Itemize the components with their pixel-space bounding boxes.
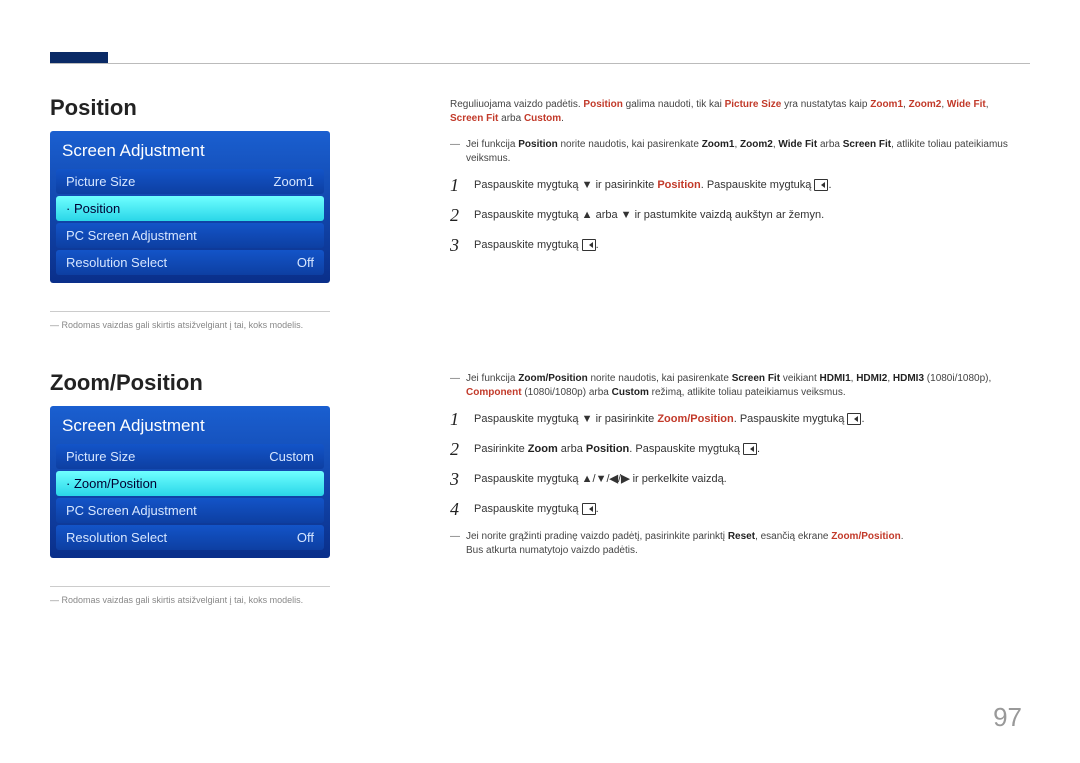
menu-row-picture-size[interactable]: Picture Size Zoom1 <box>56 169 324 194</box>
menu-label: Picture Size <box>66 174 135 189</box>
triangle-down-icon: ▼ <box>621 208 632 223</box>
triangle-up-icon: ▲ <box>582 208 593 223</box>
menu-row-pc-screen[interactable]: PC Screen Adjustment <box>56 498 324 523</box>
footnote-divider <box>50 586 330 587</box>
top-accent-bar <box>50 52 108 63</box>
right-column: Reguliuojama vaizdo padėtis. Position ga… <box>450 98 1020 568</box>
footnote: Rodomas vaizdas gali skirtis atsižvelgia… <box>50 595 350 605</box>
footnote: Rodomas vaizdas gali skirtis atsižvelgia… <box>50 320 350 330</box>
menu-label: PC Screen Adjustment <box>66 228 197 243</box>
menu-value: Custom <box>269 449 314 464</box>
step: 3 Paspauskite mygtuką . <box>450 236 1020 254</box>
step-text: Paspauskite mygtuką ▲ arba ▼ ir pastumki… <box>474 206 824 223</box>
step-number: 1 <box>450 410 474 428</box>
step: 2 Paspauskite mygtuką ▲ arba ▼ ir pastum… <box>450 206 1020 224</box>
step: 1 Paspauskite mygtuką ▼ ir pasirinkite Z… <box>450 410 1020 428</box>
step-text: Pasirinkite Zoom arba Position. Paspausk… <box>474 440 760 457</box>
dash-note: Jei funkcija Zoom/Position norite naudot… <box>450 372 1020 400</box>
enter-icon <box>814 179 828 191</box>
menu-header: Screen Adjustment <box>50 406 330 444</box>
menu-label: Picture Size <box>66 449 135 464</box>
triangle-down-icon: ▼ <box>596 472 607 487</box>
menu-row-zoom-position[interactable]: · Zoom/Position <box>56 471 324 496</box>
section-title-position: Position <box>50 95 350 121</box>
left-column: Position Screen Adjustment Picture Size … <box>50 95 350 605</box>
step-number: 2 <box>450 206 474 224</box>
step: 2 Pasirinkite Zoom arba Position. Paspau… <box>450 440 1020 458</box>
enter-icon <box>582 239 596 251</box>
step-number: 4 <box>450 500 474 518</box>
section-title-zoom-position: Zoom/Position <box>50 370 350 396</box>
step: 3 Paspauskite mygtuką ▲/▼/◀/▶ ir perkelk… <box>450 470 1020 488</box>
triangle-left-icon: ◀ <box>610 472 618 487</box>
enter-icon <box>743 443 757 455</box>
menu-label: Resolution Select <box>66 530 167 545</box>
menu-row-resolution[interactable]: Resolution Select Off <box>56 525 324 550</box>
menu-label: · Zoom/Position <box>66 476 157 491</box>
step-text: Paspauskite mygtuką . <box>474 236 599 253</box>
intro-paragraph: Reguliuojama vaizdo padėtis. Position ga… <box>450 98 1020 126</box>
triangle-up-icon: ▲ <box>582 472 593 487</box>
triangle-right-icon: ▶ <box>621 472 629 487</box>
step: 4 Paspauskite mygtuką . <box>450 500 1020 518</box>
step-text: Paspauskite mygtuką ▼ ir pasirinkite Zoo… <box>474 410 865 427</box>
menu-value: Zoom1 <box>274 174 314 189</box>
step-text: Paspauskite mygtuką ▼ ir pasirinkite Pos… <box>474 176 832 193</box>
dash-note: Jei funkcija Position norite naudotis, k… <box>450 138 1020 166</box>
menu-row-position[interactable]: · Position <box>56 196 324 221</box>
menu-label: · Position <box>66 201 120 216</box>
triangle-down-icon: ▼ <box>582 412 593 427</box>
menu-row-resolution[interactable]: Resolution Select Off <box>56 250 324 275</box>
step-text: Paspauskite mygtuką ▲/▼/◀/▶ ir perkelkit… <box>474 470 727 487</box>
page-number: 97 <box>993 702 1022 733</box>
step-number: 3 <box>450 236 474 254</box>
step-number: 2 <box>450 440 474 458</box>
step-text: Paspauskite mygtuką . <box>474 500 599 517</box>
enter-icon <box>847 413 861 425</box>
menu-value: Off <box>297 530 314 545</box>
menu-label: Resolution Select <box>66 255 167 270</box>
step-number: 1 <box>450 176 474 194</box>
menu-header: Screen Adjustment <box>50 131 330 169</box>
top-divider <box>50 63 1030 64</box>
menu-row-picture-size[interactable]: Picture Size Custom <box>56 444 324 469</box>
menu-position: Screen Adjustment Picture Size Zoom1 · P… <box>50 131 330 283</box>
triangle-down-icon: ▼ <box>582 178 593 193</box>
step: 1 Paspauskite mygtuką ▼ ir pasirinkite P… <box>450 176 1020 194</box>
dash-note: Jei norite grąžinti pradinę vaizdo padėt… <box>450 530 1020 558</box>
step-number: 3 <box>450 470 474 488</box>
menu-row-pc-screen[interactable]: PC Screen Adjustment <box>56 223 324 248</box>
enter-icon <box>582 503 596 515</box>
menu-zoom-position: Screen Adjustment Picture Size Custom · … <box>50 406 330 558</box>
menu-value: Off <box>297 255 314 270</box>
menu-label: PC Screen Adjustment <box>66 503 197 518</box>
footnote-divider <box>50 311 330 312</box>
